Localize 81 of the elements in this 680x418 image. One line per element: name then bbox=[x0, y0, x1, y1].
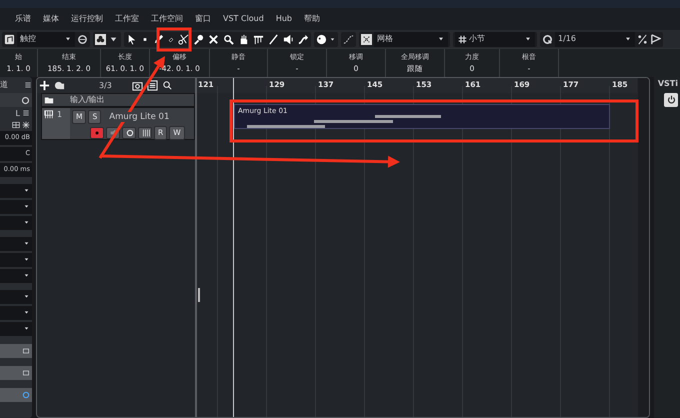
fraction-icon[interactable] bbox=[637, 34, 648, 44]
menu-item[interactable]: VST Cloud bbox=[223, 14, 264, 24]
caret-icon bbox=[23, 219, 30, 226]
instrument-button[interactable] bbox=[138, 127, 152, 139]
annotation-box bbox=[156, 28, 192, 52]
folder-icon bbox=[44, 95, 54, 105]
caret-icon bbox=[23, 203, 30, 210]
midi-note bbox=[375, 115, 441, 118]
grid-icon[interactable] bbox=[12, 120, 20, 129]
speaker-icon bbox=[110, 129, 118, 137]
warp-icon[interactable] bbox=[298, 34, 309, 44]
inspector-section[interactable] bbox=[0, 366, 32, 380]
panel-title: VSTi bbox=[658, 79, 678, 89]
track-name: Amurg Lite 01 bbox=[109, 112, 170, 122]
plugin-icon[interactable] bbox=[22, 346, 30, 355]
line-icon[interactable] bbox=[268, 34, 279, 44]
scissors-icon[interactable] bbox=[178, 34, 189, 44]
clover-icon[interactable] bbox=[95, 34, 106, 44]
speaker-icon[interactable] bbox=[283, 34, 294, 44]
caret-icon bbox=[23, 240, 30, 248]
record-icon bbox=[94, 130, 100, 136]
keyboard-icon bbox=[44, 110, 53, 119]
flag-icon[interactable] bbox=[650, 34, 661, 44]
menu-item[interactable]: 工作室 bbox=[115, 14, 139, 24]
snap-icon[interactable] bbox=[361, 34, 372, 44]
zoom-icon[interactable] bbox=[223, 34, 234, 44]
camera-icon[interactable] bbox=[132, 80, 143, 91]
hand-icon[interactable] bbox=[238, 34, 249, 44]
menu-item[interactable]: 乐谱 bbox=[15, 14, 31, 24]
power-button[interactable] bbox=[664, 92, 678, 107]
grid-dropdown[interactable]: 网格 bbox=[374, 32, 448, 46]
caret-icon bbox=[23, 309, 30, 316]
grid-type-dropdown[interactable]: 小节 bbox=[455, 32, 535, 46]
curve-icon[interactable] bbox=[343, 34, 354, 44]
quantize-icon[interactable] bbox=[542, 34, 553, 44]
pencil-icon[interactable] bbox=[153, 34, 164, 44]
caret-icon bbox=[23, 256, 30, 264]
comb-icon[interactable] bbox=[253, 34, 264, 44]
caret-icon bbox=[524, 35, 532, 43]
menu-item[interactable]: 窗口 bbox=[195, 14, 211, 24]
list-icon[interactable] bbox=[22, 109, 30, 117]
track-name: 输入/输出 bbox=[70, 95, 105, 105]
keyboard-icon bbox=[142, 129, 150, 137]
plugin-icon[interactable] bbox=[22, 368, 30, 377]
track-number: 1 bbox=[57, 110, 62, 121]
menu-item[interactable]: 工作空间 bbox=[151, 14, 183, 24]
record-button[interactable] bbox=[90, 127, 104, 139]
hash-icon bbox=[458, 34, 467, 44]
cloud-icon[interactable] bbox=[54, 80, 65, 91]
menu-item[interactable]: 帮助 bbox=[304, 14, 320, 24]
caret-icon bbox=[23, 272, 30, 280]
caret-icon bbox=[624, 35, 632, 43]
menu-item[interactable]: Hub bbox=[276, 14, 292, 24]
inspector-section[interactable] bbox=[0, 388, 32, 402]
pointer-icon[interactable] bbox=[126, 34, 137, 44]
menu-item[interactable]: 运行控制 bbox=[71, 14, 103, 24]
globe-icon[interactable] bbox=[22, 390, 30, 399]
search-icon[interactable] bbox=[162, 80, 173, 91]
track-counter: 3/3 bbox=[99, 80, 112, 90]
folder-track[interactable]: 输入/输出 bbox=[41, 93, 195, 107]
caret-icon bbox=[23, 293, 30, 300]
mode-dropdown[interactable]: 触控 bbox=[17, 32, 75, 46]
caret-icon bbox=[23, 325, 30, 332]
scrollbar[interactable] bbox=[638, 78, 649, 417]
edit-button[interactable] bbox=[122, 127, 136, 139]
track-name-field[interactable] bbox=[0, 93, 32, 107]
grid-type-label: 小节 bbox=[469, 34, 485, 44]
inspector-section[interactable] bbox=[0, 344, 32, 358]
caret-icon bbox=[437, 35, 445, 43]
caret-icon bbox=[64, 35, 72, 43]
quantize-dropdown[interactable]: 1/16 bbox=[555, 32, 635, 46]
lock-toggle[interactable]: L bbox=[16, 109, 20, 119]
mute-icon[interactable] bbox=[208, 34, 219, 44]
glue-icon[interactable] bbox=[193, 34, 204, 44]
power-icon bbox=[666, 95, 676, 104]
menu-icon[interactable] bbox=[24, 81, 32, 89]
inspector-title: 道 bbox=[0, 80, 8, 90]
splitter-handle[interactable] bbox=[198, 288, 200, 302]
star-icon[interactable] bbox=[22, 120, 30, 129]
caret-icon bbox=[23, 187, 30, 194]
menu-item[interactable]: 媒体 bbox=[43, 14, 59, 24]
